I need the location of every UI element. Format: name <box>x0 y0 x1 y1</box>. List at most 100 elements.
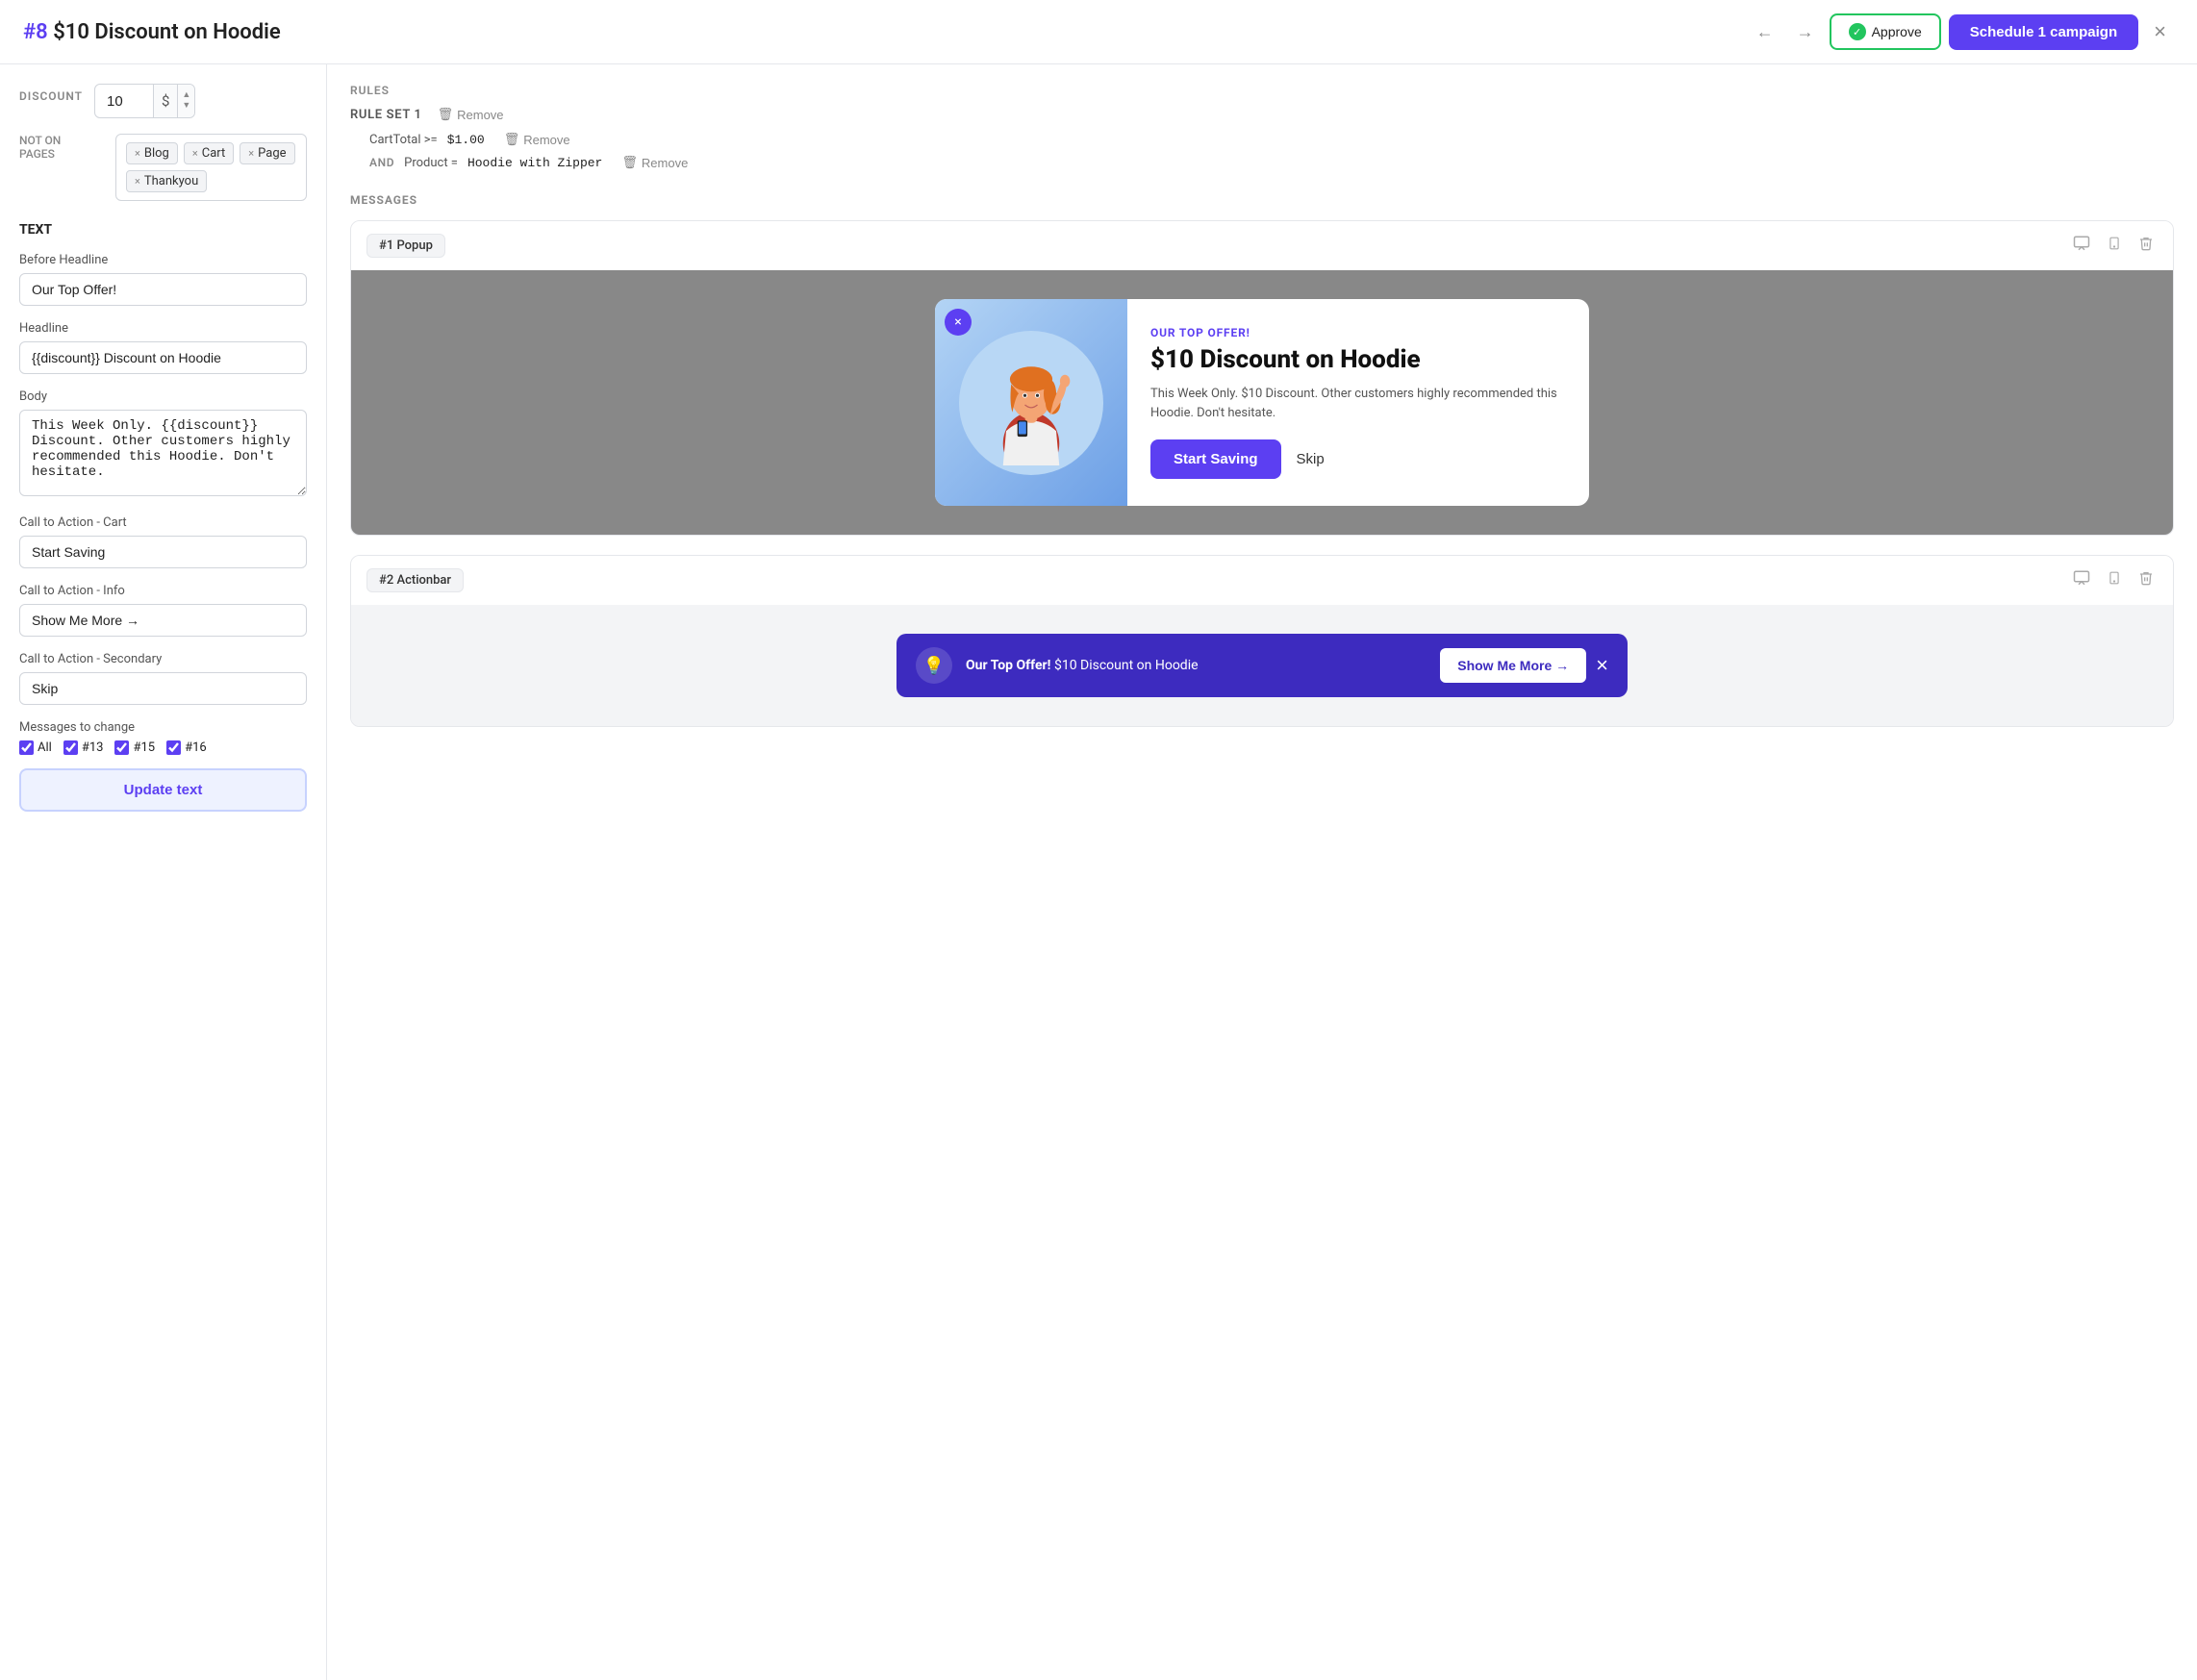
before-headline-input[interactable] <box>19 273 307 306</box>
popup-content-side: OUR TOP OFFER! $10 Discount on Hoodie Th… <box>1127 299 1589 506</box>
actionbar-message-card: #2 Actionbar <box>350 555 2174 727</box>
cta-info-input[interactable] <box>19 604 307 637</box>
checkbox-16[interactable]: #16 <box>166 740 207 755</box>
rule-1-condition: CartTotal >= <box>369 133 438 147</box>
next-button[interactable]: → <box>1789 18 1822 46</box>
actionbar-delete-icon[interactable] <box>2134 567 2158 593</box>
trash-icon-2: 🗑 <box>621 155 638 170</box>
rule-set-header: RULE SET 1 🗑 Remove <box>350 107 2174 122</box>
rule-2-remove-button[interactable]: 🗑 Remove <box>621 155 688 170</box>
body-group: Body This Week Only. {{discount}} Discou… <box>19 389 307 500</box>
popup-tag: #1 Popup <box>366 234 445 258</box>
rules-section-label: RULES <box>350 84 2174 97</box>
cta-cart-label: Call to Action - Cart <box>19 515 307 530</box>
popup-close-x[interactable]: × <box>945 309 972 336</box>
trash-icon: 🗑 <box>438 107 454 122</box>
headline-input[interactable] <box>19 341 307 374</box>
text-section-title: TEXT <box>19 222 307 238</box>
arrow-up-icon[interactable]: ▲ <box>182 90 190 101</box>
messages-to-change-section: Messages to change All #13 #15 #16 <box>19 720 307 755</box>
actionbar-text: Our Top Offer! $10 Discount on Hoodie <box>966 658 1199 673</box>
prev-button[interactable]: ← <box>1749 18 1781 46</box>
tag-thankyou-remove[interactable]: × <box>135 175 140 188</box>
popup-image-side: × <box>935 299 1127 506</box>
popup-title: $10 Discount on Hoodie <box>1150 345 1566 375</box>
trash-icon-1: 🗑 <box>504 132 520 147</box>
popup-actions: Start Saving Skip <box>1150 439 1566 479</box>
before-headline-label: Before Headline <box>19 253 307 267</box>
close-button[interactable]: × <box>2146 15 2174 48</box>
tags-container: × Blog × Cart × Page × Thankyou <box>115 134 307 201</box>
rule-2-value: Hoodie with Zipper <box>467 156 602 170</box>
cta-secondary-group: Call to Action - Secondary <box>19 652 307 705</box>
header-left: #8 $10 Discount on Hoodie <box>23 20 281 44</box>
lightbulb-icon: 💡 <box>916 647 952 684</box>
tag-page-remove[interactable]: × <box>248 147 254 160</box>
arrow-down-icon[interactable]: ▼ <box>182 101 190 112</box>
cta-info-group: Call to Action - Info <box>19 584 307 637</box>
cta-cart-group: Call to Action - Cart <box>19 515 307 568</box>
actionbar-right: Show Me More → × <box>1440 648 1608 683</box>
actionbar-left: 💡 Our Top Offer! $10 Discount on Hoodie <box>916 647 1199 684</box>
popup-desktop-icon[interactable] <box>2069 233 2094 259</box>
actionbar-bar: 💡 Our Top Offer! $10 Discount on Hoodie … <box>896 634 1628 697</box>
right-panel: RULES RULE SET 1 🗑 Remove CartTotal >= $… <box>327 64 2197 1680</box>
actionbar-regular-text: $10 Discount on Hoodie <box>1054 658 1199 673</box>
checkbox-all[interactable]: All <box>19 740 52 755</box>
body-textarea[interactable]: This Week Only. {{discount}} Discount. O… <box>19 410 307 496</box>
popup-delete-icon[interactable] <box>2134 233 2158 259</box>
schedule-button[interactable]: Schedule 1 campaign <box>1949 14 2138 50</box>
checkbox-13-input[interactable] <box>63 740 78 755</box>
tag-cart-remove[interactable]: × <box>192 147 198 160</box>
approve-button[interactable]: ✓ Approve <box>1830 13 1941 50</box>
actionbar-bold-text: Our Top Offer! <box>966 658 1050 673</box>
rule-set-remove-button[interactable]: 🗑 Remove <box>438 107 504 122</box>
messages-section: MESSAGES #1 Popup <box>350 193 2174 727</box>
popup-avatar-circle <box>959 331 1103 475</box>
rule-1-value: $1.00 <box>447 133 485 147</box>
tag-blog-remove[interactable]: × <box>135 147 140 160</box>
rule-row-2: AND Product = Hoodie with Zipper 🗑 Remov… <box>350 155 2174 170</box>
checkbox-15-input[interactable] <box>114 740 129 755</box>
popup-skip-button[interactable]: Skip <box>1297 451 1325 467</box>
popup-card: × <box>935 299 1589 506</box>
checkbox-13[interactable]: #13 <box>63 740 104 755</box>
checkbox-15[interactable]: #15 <box>114 740 155 755</box>
discount-label: DISCOUNT <box>19 89 83 103</box>
rule-row-1: CartTotal >= $1.00 🗑 Remove <box>350 132 2174 147</box>
actionbar-mobile-icon[interactable] <box>2104 567 2125 593</box>
tag-blog-label: Blog <box>144 146 169 161</box>
popup-cta-button[interactable]: Start Saving <box>1150 439 1281 479</box>
messages-to-change-label: Messages to change <box>19 720 307 735</box>
popup-avatar-svg <box>969 340 1094 465</box>
not-on-pages-label: NOT ONPAGES <box>19 134 96 161</box>
checkbox-16-input[interactable] <box>166 740 181 755</box>
messages-section-title: MESSAGES <box>350 193 2174 207</box>
campaign-title: $10 Discount on Hoodie <box>53 20 281 44</box>
update-text-button[interactable]: Update text <box>19 768 307 812</box>
discount-arrows: ▲ ▼ <box>177 85 194 117</box>
popup-card-actions <box>2069 233 2158 259</box>
rule-set-title: RULE SET 1 <box>350 108 422 122</box>
page-title: #8 $10 Discount on Hoodie <box>23 20 281 44</box>
main-content: DISCOUNT $ ▲ ▼ NOT ONPAGES × Blog <box>0 64 2197 1680</box>
checkbox-16-label: #16 <box>185 740 207 755</box>
headline-label: Headline <box>19 321 307 336</box>
cta-secondary-input[interactable] <box>19 672 307 705</box>
actionbar-close-button[interactable]: × <box>1596 653 1608 678</box>
cta-cart-input[interactable] <box>19 536 307 568</box>
before-headline-group: Before Headline <box>19 253 307 306</box>
campaign-number: #8 <box>23 20 48 44</box>
rule-1-remove-button[interactable]: 🗑 Remove <box>504 132 570 147</box>
actionbar-desktop-icon[interactable] <box>2069 567 2094 593</box>
rule-set-remove-label: Remove <box>457 108 503 122</box>
discount-input[interactable] <box>95 88 153 115</box>
checkbox-all-input[interactable] <box>19 740 34 755</box>
tag-blog: × Blog <box>126 142 178 164</box>
tag-cart: × Cart <box>184 142 234 164</box>
actionbar-card-header: #2 Actionbar <box>351 556 2173 605</box>
actionbar-cta-button[interactable]: Show Me More → <box>1440 648 1586 683</box>
rules-section: RULES RULE SET 1 🗑 Remove CartTotal >= $… <box>350 84 2174 170</box>
popup-mobile-icon[interactable] <box>2104 233 2125 259</box>
actionbar-preview: 💡 Our Top Offer! $10 Discount on Hoodie … <box>351 605 2173 726</box>
